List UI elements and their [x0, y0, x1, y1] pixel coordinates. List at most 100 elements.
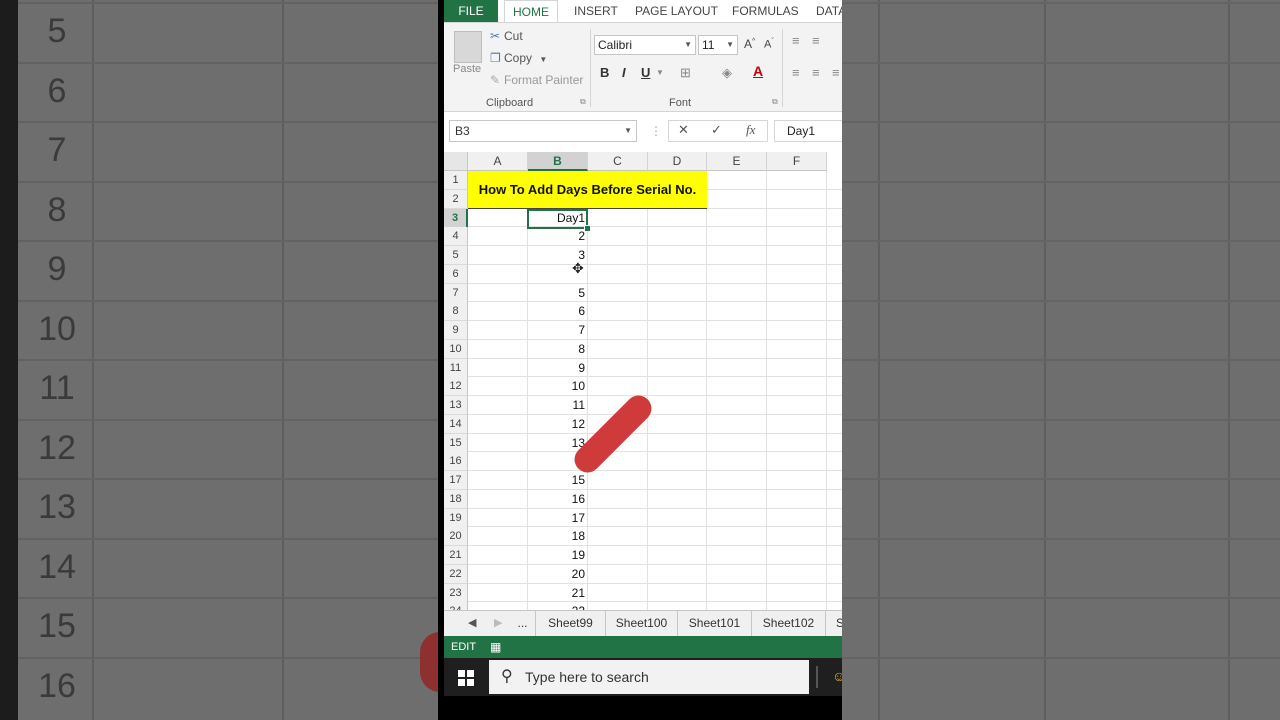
align-right-icon[interactable]: ≡ [832, 65, 840, 80]
column-header-c[interactable]: C [588, 152, 648, 171]
row-header[interactable]: 14 [444, 414, 468, 434]
taskbar-search[interactable]: ⚲ Type here to search [489, 660, 809, 694]
sheet-tab[interactable]: S [826, 611, 842, 636]
cell-b22[interactable]: 20 [528, 565, 588, 584]
cell-b20[interactable]: 18 [528, 527, 588, 546]
cell-b18[interactable]: 16 [528, 490, 588, 509]
cell-b11[interactable]: 9 [528, 359, 588, 378]
align-middle-icon[interactable]: ≡ [812, 33, 820, 48]
sheet-tab[interactable]: Sheet99 [536, 611, 606, 636]
row-header[interactable]: 7 [444, 283, 468, 303]
align-left-icon[interactable]: ≡ [792, 65, 800, 80]
cell-b8[interactable]: 6 [528, 302, 588, 321]
tab-insert[interactable]: INSERT [574, 0, 618, 22]
sheet-tab[interactable]: Sheet102 [752, 611, 826, 636]
column-header-d[interactable]: D [648, 152, 707, 171]
next-sheet-icon[interactable]: ▶ [494, 616, 502, 629]
font-family-select[interactable]: Calibri ▼ [594, 35, 696, 55]
cell-b17[interactable]: 15 [528, 471, 588, 490]
sheet-tab[interactable]: Sheet100 [606, 611, 678, 636]
format-painter-button[interactable]: ✎ Format Painter [490, 73, 583, 87]
paste-icon[interactable] [454, 31, 482, 63]
row-header[interactable]: 13 [444, 396, 468, 415]
row-header[interactable]: 10 [444, 339, 468, 359]
row-header[interactable]: 8 [444, 302, 468, 322]
column-header-e[interactable]: E [707, 152, 767, 171]
dialog-launcher-icon[interactable]: ⧉ [580, 97, 586, 107]
cut-button[interactable]: ✂ Cut [490, 29, 523, 43]
underline-button[interactable]: U [641, 65, 650, 80]
cancel-icon[interactable]: ✕ [678, 122, 689, 138]
cell-b19[interactable]: 17 [528, 509, 588, 528]
row-header[interactable]: 20 [444, 527, 468, 547]
cell-b7[interactable]: 5 [528, 284, 588, 303]
cell-b21[interactable]: 19 [528, 546, 588, 565]
cell-b9[interactable]: 7 [528, 321, 588, 340]
row-header[interactable]: 23 [444, 583, 468, 603]
tab-home[interactable]: HOME [504, 0, 558, 22]
bold-button[interactable]: B [600, 65, 609, 80]
title-banner-cell[interactable]: How To Add Days Before Serial No. [468, 171, 707, 209]
row-header[interactable]: 21 [444, 546, 468, 565]
paste-button[interactable]: Paste [453, 63, 481, 75]
row-header[interactable]: 19 [444, 508, 468, 528]
row-header[interactable]: 9 [444, 321, 468, 340]
tab-page-layout[interactable]: PAGE LAYOUT [635, 0, 718, 22]
cell-b14[interactable]: 12 [528, 415, 588, 434]
enter-icon[interactable]: ✓ [711, 122, 722, 138]
fill-handle[interactable] [584, 225, 591, 232]
dialog-launcher-icon[interactable]: ⧉ [772, 97, 778, 107]
row-header[interactable]: 4 [444, 227, 468, 247]
cell-b12[interactable]: 10 [528, 377, 588, 396]
column-header-f[interactable]: F [767, 152, 827, 171]
row-header[interactable]: 17 [444, 471, 468, 490]
font-color-icon[interactable]: A [753, 63, 763, 79]
background-row-number: 12 [38, 428, 76, 467]
align-top-icon[interactable]: ≡ [792, 33, 800, 48]
more-sheets-button[interactable]: ... [510, 611, 536, 636]
italic-button[interactable]: I [622, 65, 626, 80]
row-header[interactable]: 12 [444, 377, 468, 397]
increase-font-icon[interactable]: A^ [744, 37, 755, 51]
row-header[interactable]: 22 [444, 564, 468, 584]
row-header[interactable]: 11 [444, 358, 468, 378]
search-icon: ⚲ [501, 668, 513, 685]
windows-start-icon[interactable] [458, 670, 474, 686]
row-header[interactable]: 24 [444, 602, 468, 610]
tab-data[interactable]: DATA [816, 0, 842, 22]
background-gridline [842, 597, 1280, 599]
decrease-font-icon[interactable]: Aˇ [764, 38, 774, 51]
formula-input[interactable]: Day1 [774, 120, 842, 142]
select-all-corner[interactable] [444, 152, 468, 171]
row-header[interactable]: 15 [444, 433, 468, 453]
fill-color-icon[interactable]: ◈ [722, 65, 732, 81]
font-size-select[interactable]: 11 ▼ [698, 35, 738, 55]
tab-formulas[interactable]: FORMULAS [732, 0, 799, 22]
row-header[interactable]: 3 [444, 208, 468, 228]
macro-record-icon[interactable]: ▦ [490, 636, 501, 658]
sheet-tab[interactable]: Sheet101 [678, 611, 752, 636]
background-gridline [18, 359, 438, 361]
cell-b4[interactable]: 2 [528, 227, 588, 246]
align-center-icon[interactable]: ≡ [812, 65, 820, 80]
tab-file[interactable]: FILE [444, 0, 498, 22]
cell-b13[interactable]: 11 [528, 396, 588, 415]
column-header-a[interactable]: A [468, 152, 528, 171]
name-box[interactable]: B3 ▼ [449, 120, 637, 142]
insert-function-icon[interactable]: fx [746, 122, 755, 138]
row-header[interactable]: 6 [444, 264, 468, 284]
chevron-down-icon[interactable]: ▼ [656, 68, 664, 77]
taskbar-app-icon[interactable]: ☺ [832, 668, 842, 684]
prev-sheet-icon[interactable]: ◀ [468, 616, 476, 629]
row-header[interactable]: 2 [444, 189, 468, 209]
cell-b10[interactable]: 8 [528, 340, 588, 359]
column-header-b[interactable]: B [528, 152, 588, 171]
row-header[interactable]: 16 [444, 452, 468, 472]
row-header[interactable]: 18 [444, 489, 468, 509]
row-header[interactable]: 1 [444, 171, 468, 190]
cell-b24[interactable]: 22 [528, 602, 588, 610]
borders-icon[interactable]: ⊞ [680, 65, 691, 81]
copy-button[interactable]: ❐ Copy ▼ [490, 51, 547, 65]
cell-b23[interactable]: 21 [528, 584, 588, 603]
row-header[interactable]: 5 [444, 246, 468, 265]
